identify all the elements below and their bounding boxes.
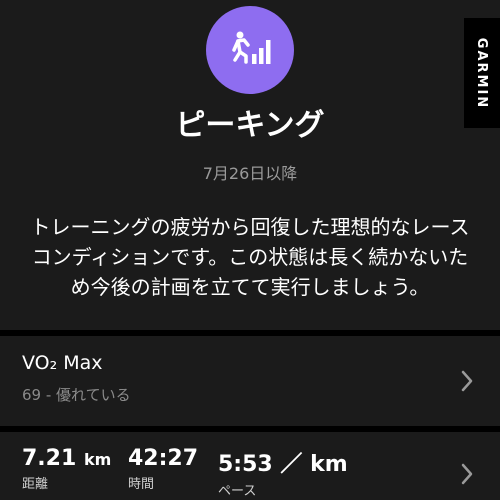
training-status-panel: GARMIN ピーキング 7月26日以降 トレーニングの疲労から回復した理想的な… — [0, 0, 500, 330]
distance-metric: 7.21 km 距離 — [22, 446, 111, 492]
distance-unit: km — [83, 450, 112, 469]
status-badge — [206, 6, 294, 94]
status-since-date: 7月26日以降 — [202, 164, 298, 183]
pace-label: ペース — [218, 484, 257, 499]
status-title: ピーキング — [175, 108, 325, 143]
chevron-right-icon — [461, 463, 473, 485]
activity-summary-row[interactable]: 7.21 km 距離 42:27 時間 5:53 ／ km ペース — [0, 432, 500, 500]
time-label: 時間 — [128, 477, 155, 492]
chevron-right-icon — [461, 370, 473, 392]
status-description: トレーニングの疲労から回復した理想的なレースコンディションです。この状態は長く続… — [30, 215, 470, 299]
runner-with-rising-bars-icon — [232, 31, 271, 64]
time-metric: 42:27 時間 — [128, 446, 198, 492]
vo2max-value: 69 - 優れている — [22, 386, 131, 404]
time-value: 42:27 — [128, 446, 199, 471]
distance-label: 距離 — [22, 477, 49, 492]
pace-unit: ／ km — [280, 452, 348, 477]
vo2max-row[interactable]: VO₂ Max 69 - 優れている — [0, 336, 500, 426]
vo2max-title: VO₂ Max — [22, 352, 103, 374]
brand-label: GARMIN — [474, 37, 490, 109]
pace-metric: 5:53 ／ km ペース — [218, 446, 348, 499]
distance-value: 7.21 — [22, 446, 77, 471]
pace-value: 5:53 — [218, 452, 273, 477]
